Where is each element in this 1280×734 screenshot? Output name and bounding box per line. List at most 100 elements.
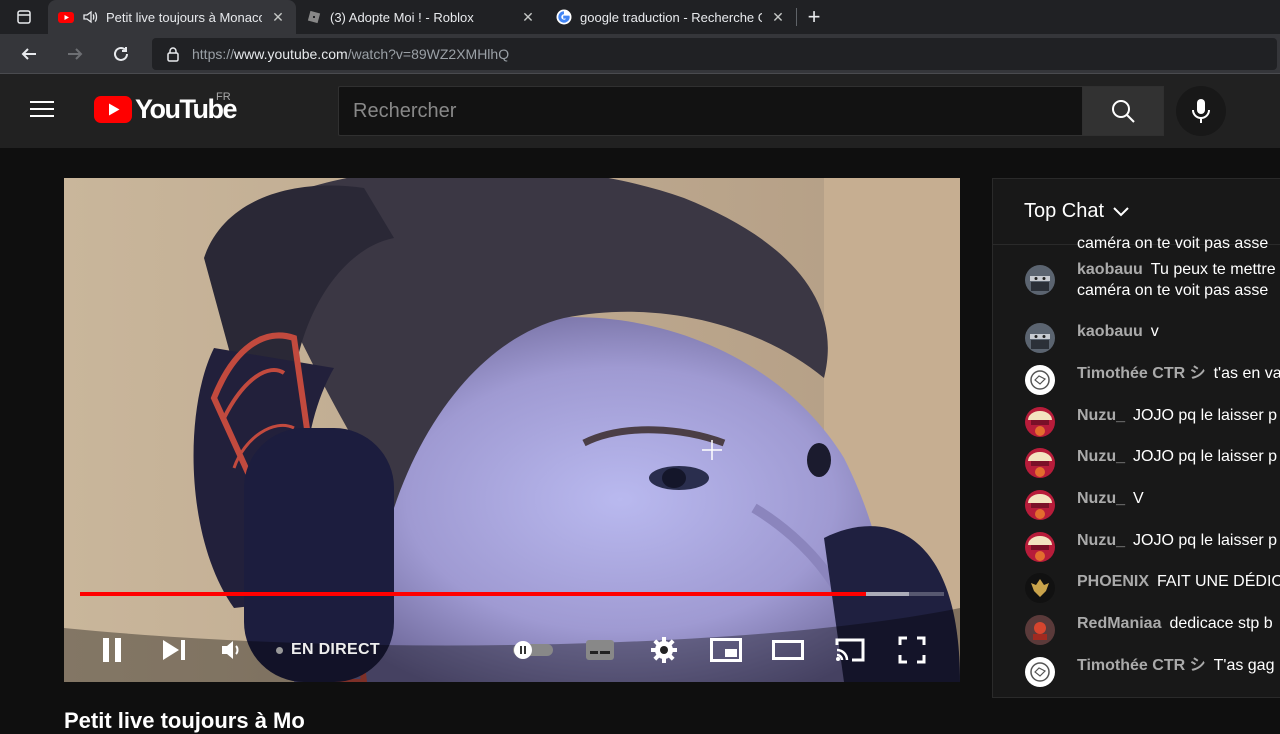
back-button[interactable] (6, 34, 52, 74)
chat-message-text: dedicace stp b (1169, 615, 1273, 632)
browser-tab-bar: Petit live toujours à Monaco ✕ (3) Adopt… (0, 0, 1280, 34)
url-path: /watch?v=89WZ2XMHlhQ (347, 46, 510, 62)
avatar[interactable] (1025, 532, 1055, 562)
forward-button[interactable] (52, 34, 98, 74)
avatar[interactable] (1025, 365, 1055, 395)
youtube-favicon-icon (58, 12, 74, 23)
tab-youtube[interactable]: Petit live toujours à Monaco ✕ (48, 0, 296, 34)
volume-button[interactable] (214, 618, 250, 682)
close-tab-icon[interactable]: ✕ (520, 9, 536, 26)
player-controls: EN DIRECT (64, 592, 960, 682)
youtube-header: YouTube FR (0, 74, 1280, 148)
volume-icon (222, 641, 239, 659)
voice-search-button[interactable] (1176, 86, 1226, 136)
chat-message-text: JOJO pq le laisser p (1133, 448, 1278, 465)
tab-google-translate-search[interactable]: google traduction - Recherche Google ✕ (546, 0, 796, 34)
avatar[interactable] (1025, 490, 1055, 520)
chat-author-name[interactable]: RedManiaa (1077, 615, 1161, 632)
tab-title: (3) Adopte Moi ! - Roblox (330, 9, 474, 25)
avatar[interactable] (1025, 407, 1055, 437)
search-icon (1112, 100, 1135, 123)
avatar[interactable] (1025, 573, 1055, 603)
fullscreen-button[interactable] (892, 618, 932, 682)
avatar[interactable] (1025, 265, 1055, 295)
chat-author-name[interactable]: Timothée CTR シ (1077, 365, 1206, 382)
reload-button[interactable] (98, 34, 144, 74)
arrow-right-icon (68, 47, 83, 60)
fullscreen-icon (898, 636, 926, 664)
chat-message-text: T'as gag (1213, 657, 1275, 674)
theater-mode-button[interactable] (768, 618, 808, 682)
avatar[interactable] (1025, 657, 1055, 687)
live-label: EN DIRECT (291, 641, 380, 658)
cast-icon (835, 638, 865, 662)
video-player[interactable]: EN DIRECT (64, 178, 960, 682)
tab-switcher-icon[interactable] (0, 0, 48, 34)
chat-message-text: caméra on te voit pas asse (1077, 235, 1269, 252)
chat-author-name[interactable]: Nuzu_ (1077, 490, 1125, 507)
chat-message-text: JOJO pq le laisser p (1133, 532, 1278, 549)
progress-played (80, 592, 867, 596)
chat-message-body: Timothée CTR シ T'as gag (1077, 655, 1274, 676)
chat-author-name[interactable]: kaobauu (1077, 323, 1143, 340)
chevron-down-icon (1113, 206, 1129, 216)
close-tab-icon[interactable]: ✕ (770, 9, 786, 26)
chat-message-body: Nuzu_ V (1077, 488, 1144, 509)
browser-toolbar: https://www.youtube.com/watch?v=89WZ2XMH… (0, 34, 1280, 74)
cast-button[interactable] (830, 618, 870, 682)
chat-message-text: caméra on te voit pas asse (1077, 282, 1269, 299)
roblox-favicon-icon (307, 10, 321, 24)
chat-message-body: Nuzu_ JOJO pq le laisser p (1077, 405, 1277, 426)
chat-author-name[interactable]: Nuzu_ (1077, 532, 1125, 549)
pause-button[interactable] (92, 618, 132, 682)
pause-icon (103, 638, 121, 662)
theater-mode-icon (772, 640, 804, 660)
gear-icon (651, 637, 677, 663)
youtube-logo[interactable]: YouTube (94, 94, 237, 125)
avatar[interactable] (1025, 448, 1055, 478)
miniplayer-icon (710, 638, 742, 662)
google-favicon-icon (556, 9, 572, 25)
country-code: FR (216, 91, 231, 103)
url-scheme: https:// (192, 46, 235, 62)
audio-playing-icon[interactable] (82, 9, 98, 25)
subtitles-icon (586, 640, 614, 660)
lock-icon[interactable] (166, 46, 180, 62)
chat-author-name[interactable]: Nuzu_ (1077, 407, 1125, 424)
miniplayer-button[interactable] (706, 618, 746, 682)
search-box (338, 86, 1082, 136)
progress-bar[interactable] (80, 592, 944, 596)
chat-message-body: kaobauu v (1077, 321, 1159, 342)
tab-title: google traduction - Recherche Google (580, 9, 762, 25)
chat-message-body: Nuzu_ JOJO pq le laisser p (1077, 446, 1277, 467)
chat-message-text: v (1150, 323, 1159, 340)
chat-message-body: PHOENIX FAIT UNE DÉDIC (1077, 571, 1280, 592)
chat-message-text: Tu peux te mettre (1150, 261, 1276, 278)
hamburger-menu-icon[interactable] (30, 96, 64, 126)
new-tab-button[interactable]: + (797, 4, 831, 30)
arrow-left-icon (21, 47, 36, 60)
reload-icon (114, 46, 128, 61)
url-text: https://www.youtube.com/watch?v=89WZ2XMH… (192, 46, 509, 62)
live-dot (276, 646, 283, 654)
chat-author-name[interactable]: PHOENIX (1077, 573, 1149, 590)
chat-author-name[interactable]: Nuzu_ (1077, 448, 1125, 465)
autoplay-toggle-icon (513, 641, 553, 659)
settings-button[interactable] (644, 618, 684, 682)
tab-roblox[interactable]: (3) Adopte Moi ! - Roblox ✕ (296, 0, 546, 34)
next-button[interactable] (154, 618, 194, 682)
search-button[interactable] (1082, 86, 1164, 136)
live-chat-panel: Top Chat caméra on te voit pas asse kaob… (992, 178, 1280, 698)
search-input[interactable] (353, 99, 1053, 123)
avatar[interactable] (1025, 323, 1055, 353)
chat-message-body: Nuzu_ JOJO pq le laisser p (1077, 530, 1277, 551)
chat-author-name[interactable]: kaobauu (1077, 261, 1143, 278)
address-bar[interactable]: https://www.youtube.com/watch?v=89WZ2XMH… (152, 38, 1277, 70)
avatar[interactable] (1025, 615, 1055, 645)
close-tab-icon[interactable]: ✕ (270, 9, 286, 26)
chat-message-body: Timothée CTR シ t'as en va (1077, 363, 1280, 384)
subtitles-button[interactable] (580, 618, 620, 682)
autoplay-toggle[interactable] (508, 618, 558, 682)
chat-author-name[interactable]: Timothée CTR シ (1077, 657, 1206, 674)
live-indicator[interactable]: EN DIRECT (276, 618, 380, 682)
